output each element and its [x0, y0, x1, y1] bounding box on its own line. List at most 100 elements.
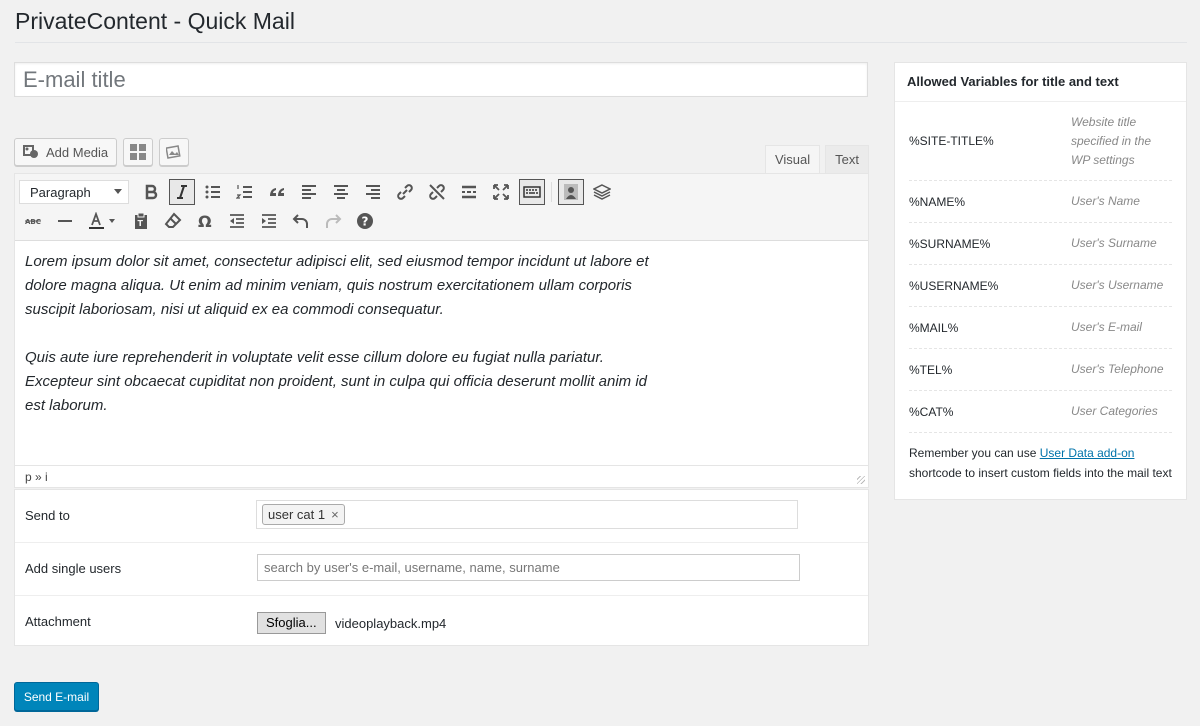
- send-to-row: Send to user cat 1 ×: [15, 490, 868, 543]
- attachment-label: Attachment: [25, 614, 91, 629]
- chip-label: user cat 1: [268, 507, 326, 522]
- italic-button[interactable]: [169, 179, 195, 205]
- insert-image-button[interactable]: [159, 138, 190, 166]
- bullet-list-button[interactable]: [199, 178, 227, 206]
- fullscreen-button[interactable]: [487, 178, 515, 206]
- format-select[interactable]: Paragraph: [19, 180, 129, 204]
- editor-toolbar: Paragraph ABC T Ω ?: [15, 174, 868, 241]
- editor-content[interactable]: Lorem ipsum dolor sit amet, consectetur …: [25, 250, 665, 442]
- dropdown-arrow-icon: [114, 189, 122, 194]
- svg-text:?: ?: [362, 215, 369, 229]
- note-text-after: shortcode to insert custom fields into t…: [909, 466, 1172, 480]
- resize-handle[interactable]: [857, 476, 865, 484]
- addon-note: Remember you can use User Data add-on sh…: [895, 433, 1186, 493]
- variable-name: %NAME%: [909, 194, 966, 209]
- format-select-value: Paragraph: [30, 184, 91, 200]
- variable-description: User Categories: [1071, 404, 1158, 418]
- grid-icon: [130, 144, 147, 160]
- insert-user-button[interactable]: [558, 179, 584, 205]
- read-more-button[interactable]: [455, 178, 483, 206]
- browse-file-button[interactable]: Sfoglia...: [257, 612, 326, 634]
- insert-link-button[interactable]: [391, 178, 419, 206]
- content-paragraph: Lorem ipsum dolor sit amet, consectetur …: [25, 253, 649, 318]
- redo-button[interactable]: [319, 207, 347, 235]
- toolbar-toggle-button[interactable]: [519, 179, 545, 205]
- text-color-button[interactable]: [83, 207, 123, 235]
- variable-row: %SITE-TITLE% Website title specified in …: [909, 102, 1172, 181]
- toolbar-separator: [551, 182, 552, 202]
- title-divider: [15, 42, 1187, 43]
- variable-row: %MAIL% User's E-mail: [909, 307, 1172, 349]
- close-icon[interactable]: ×: [331, 507, 339, 522]
- undo-button[interactable]: [287, 207, 315, 235]
- variable-description: Website title specified in the WP settin…: [1071, 114, 1152, 167]
- redo-icon: [326, 214, 342, 228]
- variable-name: %SITE-TITLE%: [909, 134, 994, 148]
- strikethrough-button[interactable]: ABC: [19, 207, 47, 235]
- bullet-list-icon: [205, 185, 220, 199]
- email-title-input[interactable]: [14, 62, 868, 97]
- element-path: p » i: [25, 470, 48, 484]
- page-title: PrivateContent - Quick Mail: [15, 8, 295, 34]
- variable-description: User's Telephone: [1071, 362, 1164, 376]
- user-data-addon-link[interactable]: User Data add-on: [1040, 446, 1135, 460]
- user-search-input[interactable]: [257, 554, 800, 581]
- send-to-select[interactable]: user cat 1 ×: [256, 500, 798, 529]
- align-right-icon: [366, 185, 380, 199]
- add-media-label: Add Media: [46, 144, 109, 160]
- image-icon: [166, 145, 181, 159]
- variable-description: User's Username: [1071, 278, 1164, 292]
- media-toolbar: Add Media: [14, 138, 190, 166]
- svg-text:Ω: Ω: [198, 212, 212, 230]
- help-icon: ?: [357, 213, 373, 229]
- align-right-button[interactable]: [359, 178, 387, 206]
- outdent-button[interactable]: [223, 207, 251, 235]
- rich-text-editor: Paragraph ABC T Ω ? Lorem ipsum dolor si…: [14, 173, 869, 488]
- align-left-button[interactable]: [295, 178, 323, 206]
- bold-button[interactable]: [137, 178, 165, 206]
- clear-formatting-button[interactable]: [159, 207, 187, 235]
- panel-title: Allowed Variables for title and text: [895, 63, 1186, 102]
- mail-options-form: Send to user cat 1 × Add single users At…: [14, 489, 869, 646]
- media-icon: [23, 145, 38, 158]
- add-media-button[interactable]: Add Media: [14, 138, 118, 166]
- svg-text:T: T: [138, 219, 144, 228]
- allowed-variables-panel: Allowed Variables for title and text %SI…: [894, 62, 1187, 500]
- variable-row: %TEL% User's Telephone: [909, 349, 1172, 391]
- editor-mode-tabs: Visual Text: [764, 145, 869, 173]
- numbered-list-icon: [236, 185, 252, 199]
- send-to-label: Send to: [25, 508, 70, 523]
- svg-text:ABC: ABC: [25, 218, 41, 226]
- text-color-icon: [89, 212, 115, 229]
- special-character-button[interactable]: Ω: [191, 207, 219, 235]
- category-chip: user cat 1 ×: [262, 504, 345, 525]
- send-email-button[interactable]: Send E-mail: [14, 682, 99, 711]
- bold-icon: [145, 184, 158, 200]
- horizontal-line-button[interactable]: [51, 207, 79, 235]
- editor-path-bar: p » i: [15, 465, 868, 487]
- align-left-icon: [302, 185, 316, 199]
- variable-row: %CAT% User Categories: [909, 391, 1172, 433]
- read-more-icon: [462, 185, 476, 199]
- numbered-list-button[interactable]: [231, 178, 259, 206]
- paste-text-button[interactable]: T: [127, 207, 155, 235]
- keyboard-shortcuts-button[interactable]: ?: [351, 207, 379, 235]
- tab-text[interactable]: Text: [825, 145, 869, 173]
- eraser-icon: [164, 212, 182, 228]
- layers-button[interactable]: [588, 178, 616, 206]
- italic-icon: [177, 185, 187, 199]
- user-icon: [564, 184, 578, 200]
- indent-button[interactable]: [255, 207, 283, 235]
- note-text-before: Remember you can use: [909, 446, 1040, 460]
- layers-icon: [593, 184, 611, 200]
- align-center-icon: [334, 185, 348, 199]
- outdent-icon: [230, 214, 244, 228]
- layout-grid-button[interactable]: [123, 138, 154, 166]
- attachment-row: Attachment Sfoglia... videoplayback.mp4: [15, 596, 868, 648]
- add-users-row: Add single users: [15, 543, 868, 596]
- horizontal-line-icon: [58, 220, 72, 222]
- tab-visual[interactable]: Visual: [764, 145, 821, 173]
- align-center-button[interactable]: [327, 178, 355, 206]
- blockquote-button[interactable]: [263, 178, 291, 206]
- remove-link-button[interactable]: [423, 178, 451, 206]
